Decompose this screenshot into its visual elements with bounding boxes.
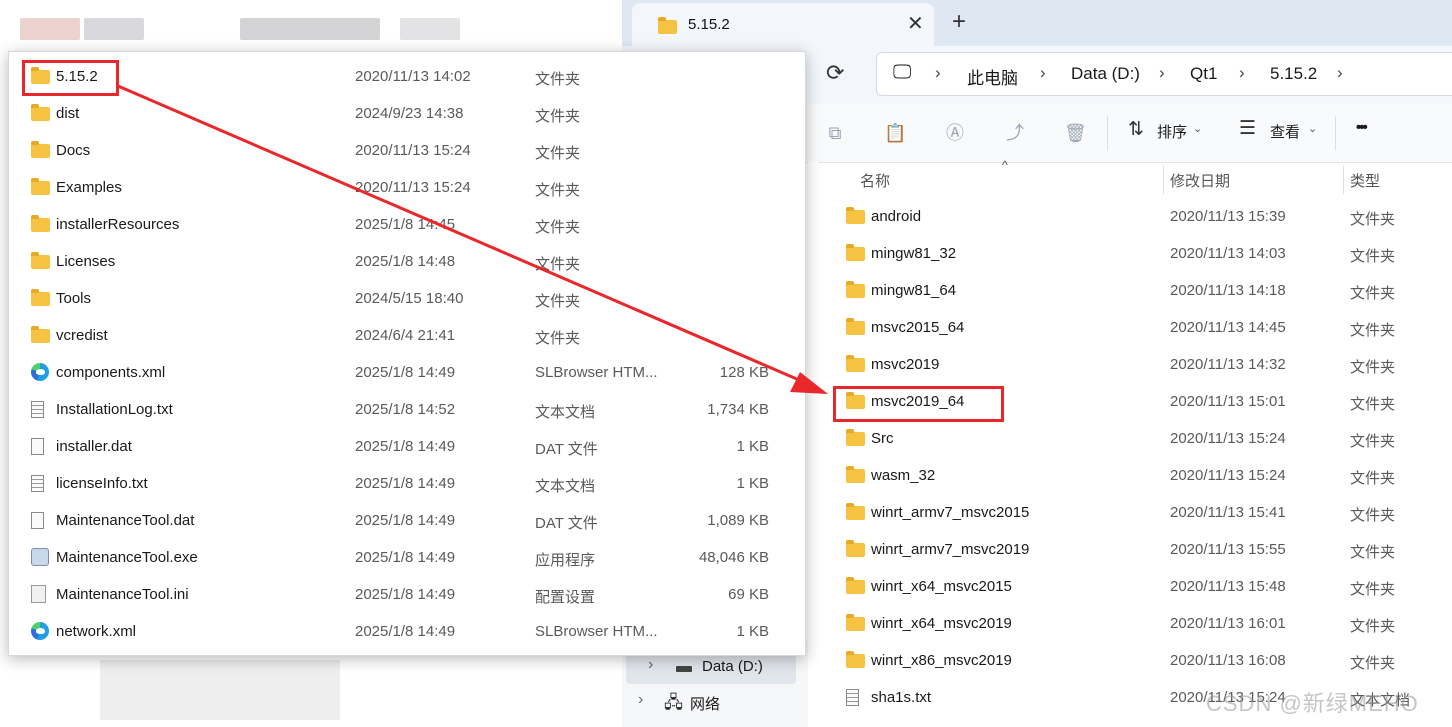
arrow-annotation [117,84,828,394]
watermark: CSDN @新绿MEHO [1206,691,1419,716]
arrow-head [790,372,828,394]
arrow-line [117,84,807,385]
